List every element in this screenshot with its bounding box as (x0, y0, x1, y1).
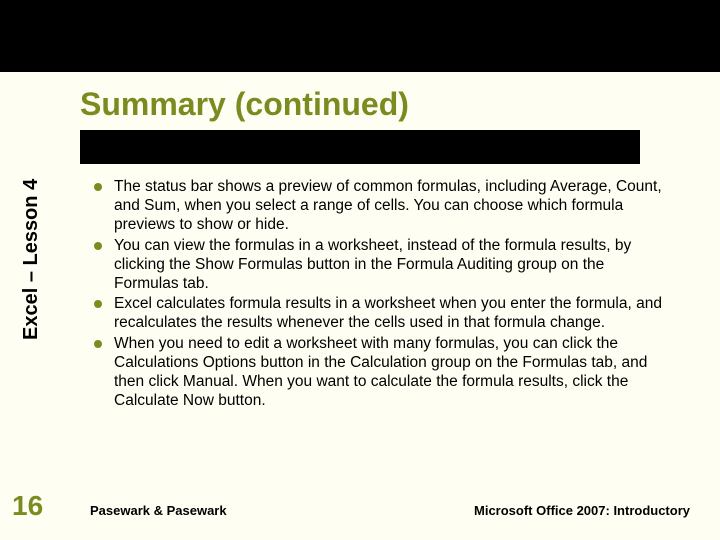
list-item: You can view the formulas in a worksheet… (90, 237, 670, 294)
list-item: Excel calculates formula results in a wo… (90, 295, 670, 333)
slide-number: 16 (12, 490, 43, 522)
top-black-bar (0, 0, 720, 72)
slide: Summary (continued) Excel – Lesson 4 The… (0, 0, 720, 540)
footer-left: Pasewark & Pasewark (90, 503, 227, 518)
slide-title: Summary (continued) (80, 86, 409, 123)
list-item: The status bar shows a preview of common… (90, 178, 670, 235)
content-area: The status bar shows a preview of common… (90, 178, 670, 413)
footer-right: Microsoft Office 2007: Introductory (474, 503, 690, 518)
bullet-list: The status bar shows a preview of common… (90, 178, 670, 411)
list-item: When you need to edit a worksheet with m… (90, 335, 670, 411)
title-underline-bar (80, 130, 640, 164)
side-label: Excel – Lesson 4 (20, 179, 43, 340)
